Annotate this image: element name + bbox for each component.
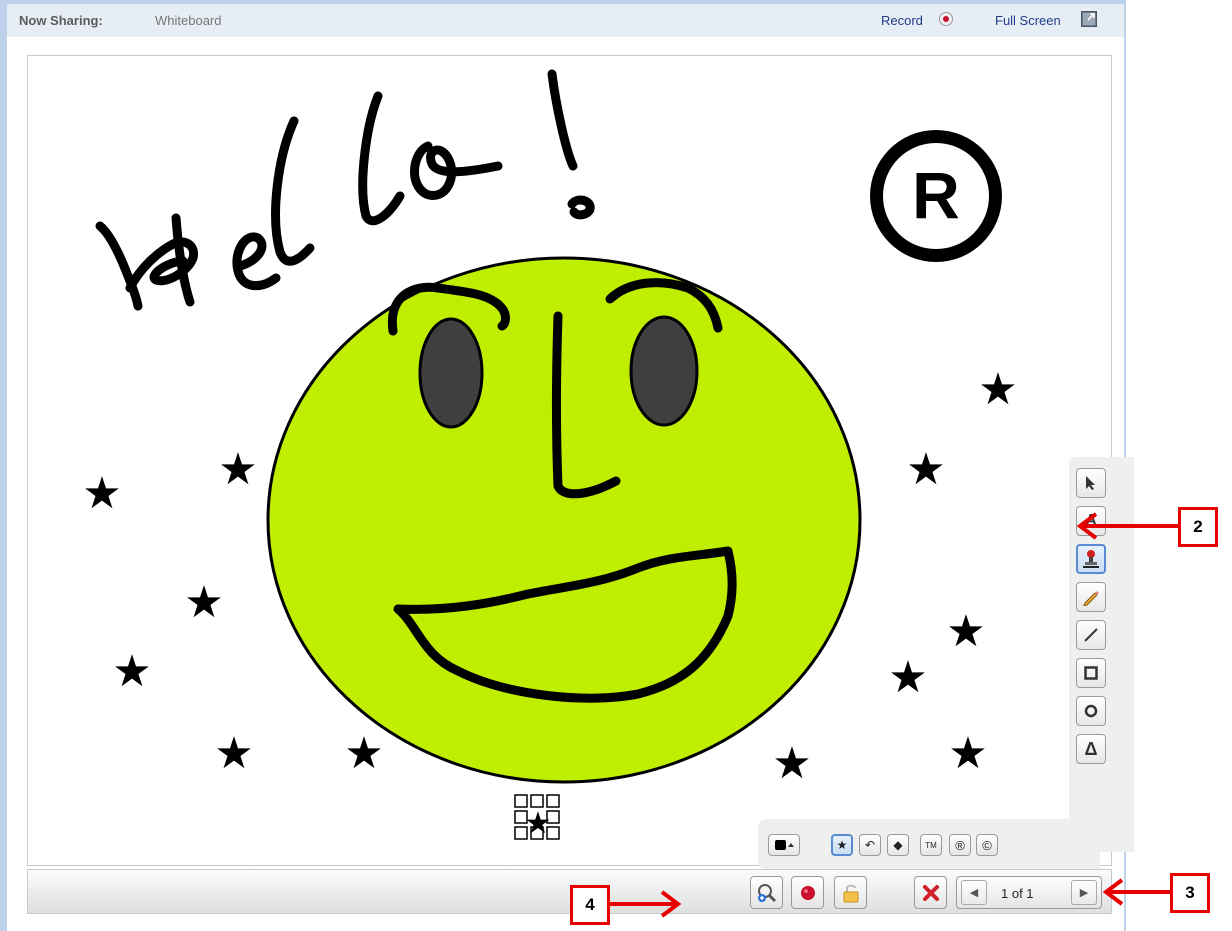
arrow-2 [1076, 512, 1178, 540]
arrow-4 [610, 890, 682, 918]
arrow-3 [1102, 878, 1170, 906]
callout-arrows [610, 512, 1178, 918]
